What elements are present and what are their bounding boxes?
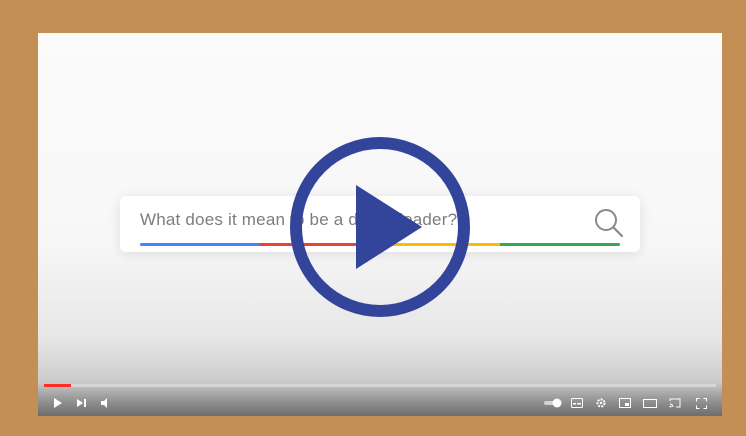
next-icon[interactable] [76,396,88,410]
play-triangle-icon [356,185,422,269]
autoplay-toggle-icon[interactable] [544,396,562,410]
subtitles-icon[interactable] [570,396,584,410]
theater-mode-icon[interactable] [642,396,658,410]
volume-icon[interactable] [100,396,112,410]
play-button-overlay[interactable] [286,133,474,321]
play-icon[interactable] [52,396,64,410]
progress-fill [44,384,71,387]
video-frame: What does it mean to be a digital leader… [0,0,746,436]
settings-gear-icon[interactable] [594,396,608,410]
fullscreen-icon[interactable] [694,396,708,410]
cast-icon[interactable] [668,396,682,410]
player-controls-bar [38,382,722,416]
search-icon [595,209,624,238]
video-player[interactable]: What does it mean to be a digital leader… [38,33,722,416]
progress-bar[interactable] [44,384,716,387]
miniplayer-icon[interactable] [618,396,632,410]
